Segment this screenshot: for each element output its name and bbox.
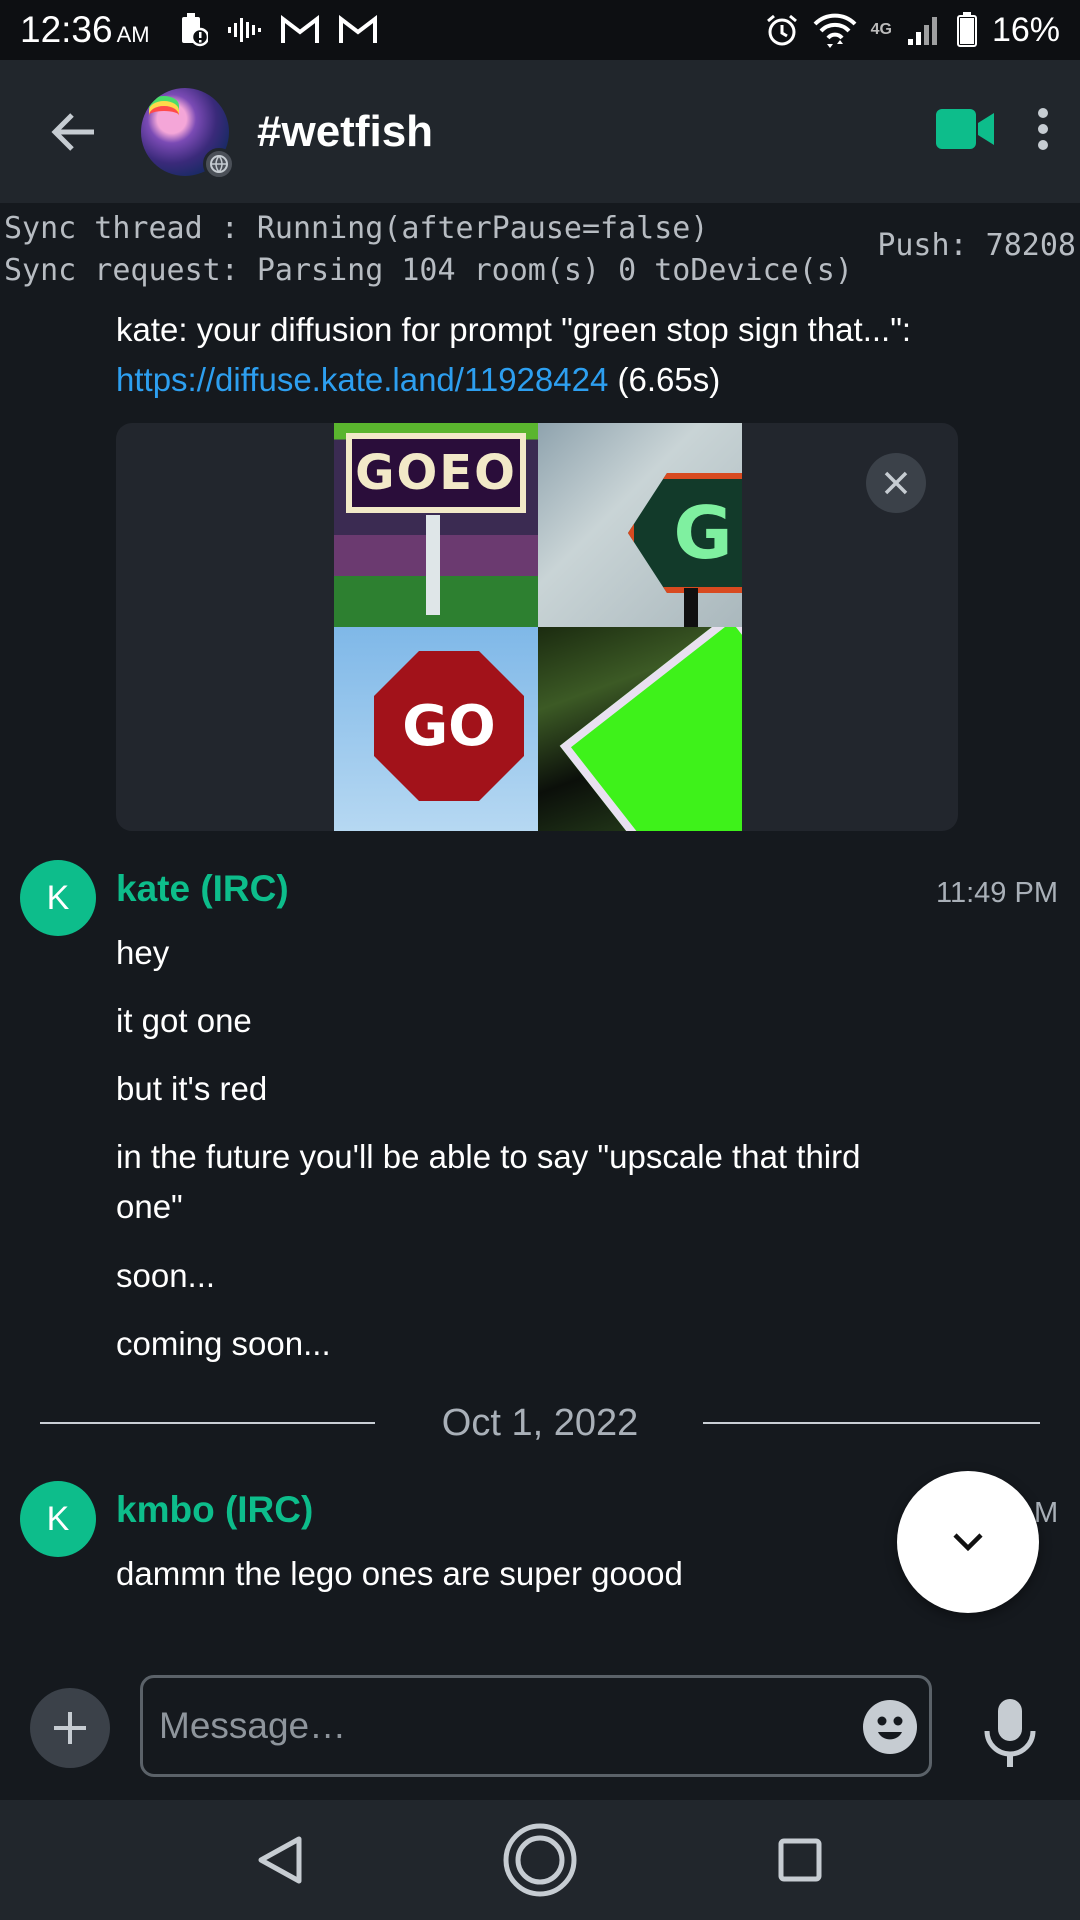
triangle-back-icon [258,1836,302,1884]
date-separator: Oct 1, 2022 [0,1398,1080,1454]
battery-alert-icon [181,13,208,47]
image-tile-2: G [538,423,742,627]
image-tile-3: GO [334,627,538,831]
image-tile-1-sign: GOEO [346,433,526,513]
battery-percent: 16% [991,10,1060,49]
image-attachment[interactable]: GOEO G GO [116,423,958,831]
message-body[interactable]: coming soon... [116,1319,936,1369]
status-time: 12:36 AM [20,9,150,50]
voicemail-wave-icon [227,18,261,42]
back-button[interactable] [38,97,108,167]
microphone-icon [984,1699,1036,1767]
status-bar: 12:36 AM 4G 16% [0,0,1080,60]
voice-message-button[interactable] [970,1688,1050,1778]
message-timestamp: M [1034,1497,1059,1529]
message-body[interactable]: dammn the lego ones are super goood [116,1549,936,1599]
avatar[interactable]: K [20,1481,96,1557]
nav-recents-button[interactable] [755,1815,845,1905]
nav-back-button[interactable] [235,1815,325,1905]
notice-suffix: (6.65s) [608,361,721,398]
scroll-to-bottom-button[interactable] [897,1471,1039,1613]
message-field[interactable] [140,1675,932,1777]
image-tile-2-sign: G [628,473,742,593]
gmail-icon [280,15,319,43]
network-type: 4G [870,21,892,38]
close-icon [884,471,908,495]
home-circle-icon [503,1823,577,1897]
message-body[interactable]: it got one [116,996,936,1046]
notification-icons [178,13,378,47]
room-avatar[interactable] [141,87,235,180]
message-body[interactable]: in the future you'll be able to say "ups… [116,1132,936,1232]
push-counter: Push: 78208 [877,228,1076,263]
more-vertical-icon [1038,108,1048,150]
emoji-button[interactable] [863,1700,917,1754]
diffusion-image-grid[interactable]: GOEO G GO [334,423,742,831]
battery-icon [956,12,977,47]
alarm-icon [766,14,797,46]
nav-home-button[interactable] [495,1815,585,1905]
sync-thread-status: Sync thread : Running(afterPause=false) [4,211,709,246]
video-call-button[interactable] [936,109,996,154]
message-body[interactable]: soon... [116,1251,936,1301]
signal-icon [907,17,937,45]
notice-text: kate: your diffusion for prompt "green s… [116,311,912,348]
sync-debug-overlay: Sync thread : Running(afterPause=false) S… [4,208,853,292]
message-body[interactable]: but it's red [116,1064,936,1114]
message-composer [0,1650,1080,1800]
overflow-menu-button[interactable] [1036,107,1050,156]
room-toolbar: #wetfish [0,60,1080,203]
message-body[interactable]: hey [116,928,936,978]
wifi-icon [813,13,857,48]
dismiss-image-button[interactable] [866,453,926,513]
sender-name[interactable]: kmbo (IRC) [116,1489,313,1531]
sender-name[interactable]: kate (IRC) [116,868,289,910]
separator-rule-right [703,1422,1040,1424]
system-navigation-bar [0,1800,1080,1920]
square-recents-icon [778,1838,822,1882]
image-tile-1: GOEO [334,423,538,627]
smiley-icon [877,1716,903,1740]
message-input[interactable] [159,1696,839,1756]
video-camera-icon [936,109,994,149]
message-timestamp: 11:49 PM [936,877,1058,909]
bot-notice-message: kate: your diffusion for prompt "green s… [116,305,966,405]
attachment-button[interactable] [30,1688,110,1768]
sync-request-status: Sync request: Parsing 104 room(s) 0 toDe… [4,253,853,288]
gmail-icon [338,15,377,43]
system-icons: 4G 16% [765,11,1060,50]
diffusion-link[interactable]: https://diffuse.kate.land/11928424 [116,361,608,398]
public-room-globe-icon [203,147,235,180]
image-tile-4 [538,627,742,831]
arrow-back-icon [51,112,94,151]
chevron-down-icon [953,1533,983,1552]
room-title[interactable]: #wetfish [257,107,433,157]
plus-icon [54,1712,86,1744]
image-tile-3-sign: GO [374,651,524,801]
avatar[interactable]: K [20,860,96,936]
